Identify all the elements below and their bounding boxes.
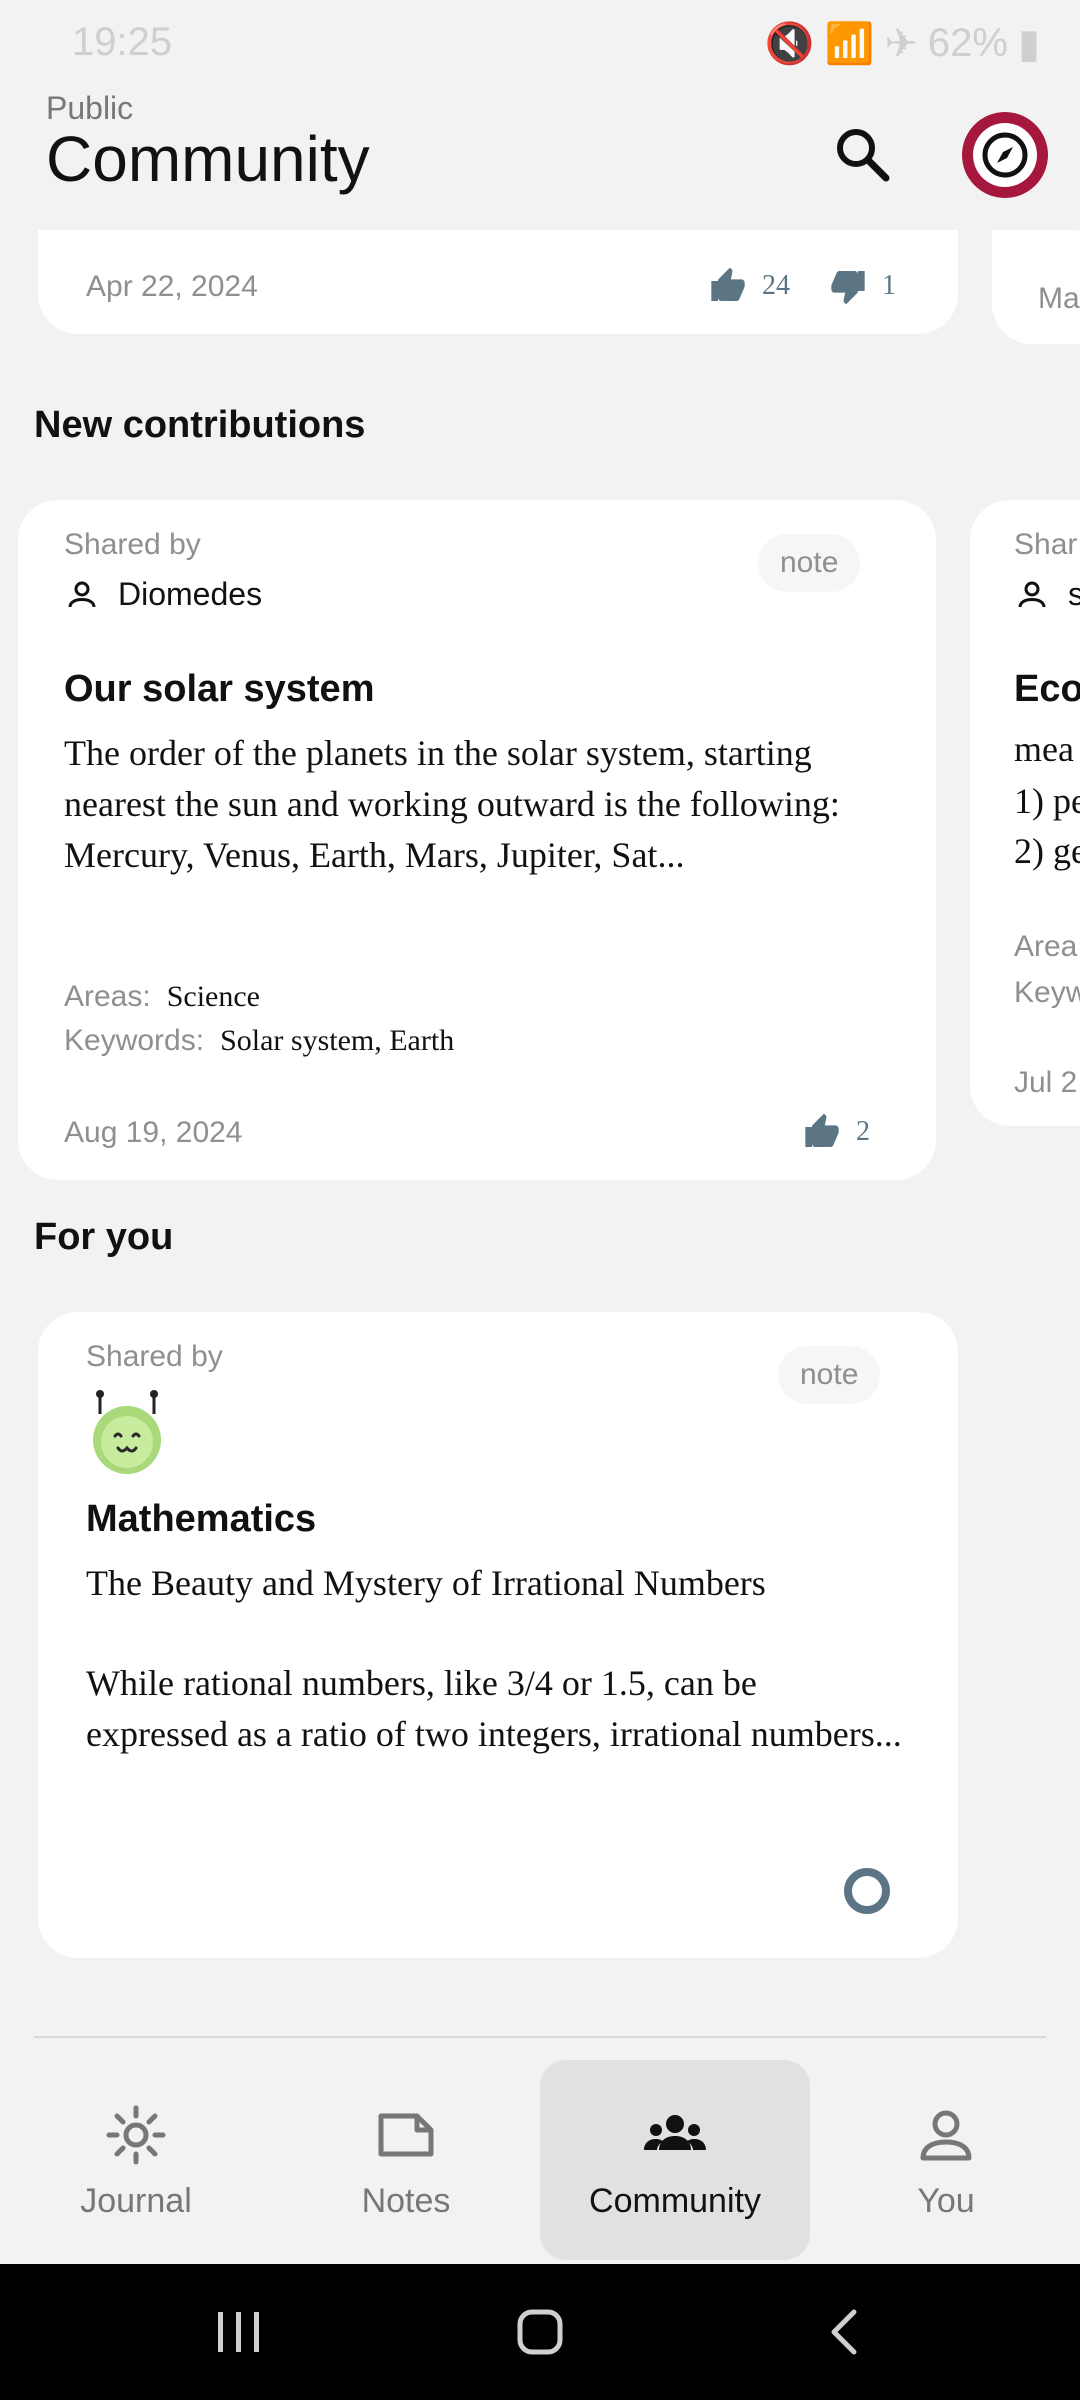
nav-community[interactable]: Community [540, 2060, 810, 2260]
top-card-dislikes: 1 [882, 270, 896, 301]
card-body-line: The Beauty and Mystery of Irrational Num… [86, 1563, 766, 1603]
contribution-card-peek[interactable]: Shar s Eco mea 1) pe 2) ge Area Keyw Jul… [970, 500, 1080, 1126]
peek-shared: Shar [1014, 528, 1078, 561]
battery-percent: 62% [927, 21, 1008, 65]
peek-author: s [1014, 576, 1080, 613]
top-card-peek[interactable]: Ma [992, 230, 1080, 344]
note-icon [378, 2113, 434, 2156]
nav-you[interactable]: You [826, 2060, 1066, 2260]
top-card-dislike[interactable]: 1 [828, 266, 896, 306]
system-navigation-bar [0, 2264, 1080, 2400]
person-icon [1018, 581, 1046, 607]
areas-value: Science [166, 980, 260, 1013]
sun-icon [106, 2105, 166, 2164]
robot-avatar-icon [93, 1390, 161, 1474]
areas-label: Areas: [64, 980, 151, 1013]
person-icon [920, 2110, 972, 2160]
nav-community-label: Community [589, 2181, 761, 2220]
peek-author-name: s [1068, 576, 1080, 612]
nav-you-label: You [917, 2181, 975, 2220]
search-button[interactable] [830, 122, 894, 186]
compass-icon [973, 123, 1037, 187]
peek-areas: Area [1014, 930, 1078, 963]
status-right: 🔇 📶 ✈ 62% ▮ [765, 20, 1040, 67]
keywords-value: Solar system, Earth [220, 1024, 455, 1057]
back-icon[interactable] [824, 2304, 864, 2360]
card-like[interactable]: 2 [802, 1112, 870, 1152]
areas-row: Areas: Science [64, 980, 260, 1014]
keywords-label: Keywords: [64, 1024, 205, 1057]
loading-indicator [844, 1868, 890, 1914]
shared-by-label: Shared by [86, 1340, 223, 1373]
top-card-date: Apr 22, 2024 [86, 270, 258, 303]
card-title: Our solar system [64, 668, 375, 710]
people-icon [644, 2114, 706, 2150]
peek-keywords: Keyw [1014, 976, 1080, 1009]
author-name: Diomedes [118, 576, 263, 612]
peek-line1: mea [1014, 729, 1074, 769]
thumb-up-icon [805, 1113, 839, 1147]
nav-notes[interactable]: Notes [286, 2060, 526, 2260]
note-chip: note [758, 534, 861, 592]
for-you-card[interactable]: Shared by note Mathematics The Beauty an… [38, 1312, 958, 1958]
peek-line3: 2) ge [1014, 831, 1080, 871]
keywords-row: Keywords: Solar system, Earth [64, 1024, 454, 1058]
wifi-icon: 📶 [824, 22, 875, 66]
card-body-paragraph: While rational numbers, like 3/4 or 1.5,… [86, 1663, 902, 1754]
peek-date: Jul 2 [1014, 1066, 1078, 1099]
card-likes: 2 [856, 1116, 870, 1147]
card-body: The order of the planets in the solar sy… [64, 733, 840, 875]
card-date: Aug 19, 2024 [64, 1116, 243, 1149]
card-title: Mathematics [86, 1498, 317, 1540]
robot-avatar[interactable] [84, 1388, 170, 1478]
page-title: Community [46, 123, 370, 195]
mute-icon: 🔇 [764, 22, 815, 66]
contribution-card[interactable]: Shared by Diomedes note Our solar system… [18, 500, 936, 1180]
top-card[interactable]: Apr 22, 2024 24 1 [38, 230, 958, 334]
nav-divider [34, 2036, 1046, 2038]
note-chip: note [778, 1346, 881, 1404]
peek-line2: 1) pe [1014, 781, 1080, 821]
nav-journal[interactable]: Journal [16, 2060, 256, 2260]
thumb-up-icon [711, 267, 745, 301]
person-icon [68, 581, 96, 607]
top-card-like[interactable]: 24 [708, 266, 790, 306]
airplane-icon: ✈ [884, 21, 918, 66]
top-card-likes: 24 [762, 270, 790, 301]
section-for-you: For you [34, 1216, 174, 1258]
search-icon [837, 129, 890, 182]
status-bar: 19:25 🔇 📶 ✈ 62% ▮ [0, 0, 1080, 90]
author[interactable]: Diomedes [64, 576, 262, 613]
top-peek-date: Ma [1038, 282, 1080, 315]
peek-title: Eco [1014, 668, 1080, 710]
nav-journal-label: Journal [80, 2181, 192, 2220]
nav-notes-label: Notes [361, 2181, 451, 2220]
section-new-contributions: New contributions [34, 404, 366, 446]
thumb-down-icon [831, 271, 865, 305]
shared-by-label: Shared by [64, 528, 201, 561]
home-icon[interactable] [516, 2304, 564, 2360]
battery-icon: ▮ [1017, 21, 1040, 66]
explore-button[interactable] [962, 112, 1048, 198]
status-time: 19:25 [72, 20, 173, 64]
recents-icon[interactable] [214, 2308, 264, 2356]
